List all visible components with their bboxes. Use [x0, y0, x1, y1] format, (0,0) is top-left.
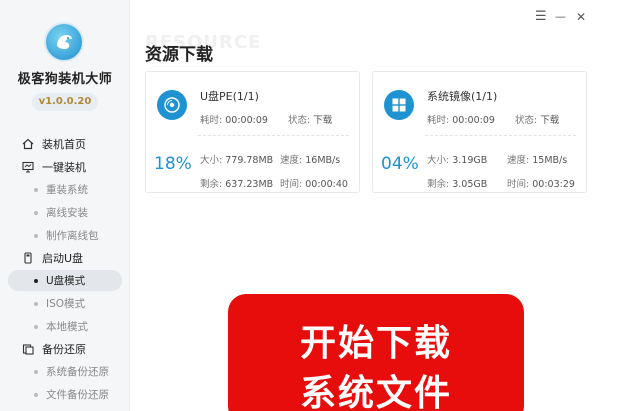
nav-item-label: 离线安装 [46, 207, 88, 219]
nav-item-label: U盘模式 [46, 275, 86, 287]
nav-home-label: 装机首页 [42, 138, 86, 151]
speed-label: 速度: [280, 155, 303, 166]
nav-one-click-label: 一键装机 [42, 161, 86, 174]
nav-item-offline-install[interactable]: 离线安装 [8, 202, 122, 223]
elapsed-value: 00:00:09 [225, 115, 268, 126]
monitor-icon [22, 161, 34, 173]
status-value: 下载 [313, 115, 333, 126]
time-value: 00:03:29 [532, 179, 575, 190]
size-label: 大小: [200, 155, 223, 166]
status-label: 状态: [515, 115, 538, 126]
elapsed-label: 耗时: [427, 115, 450, 126]
remaining-value: 637.23MB [225, 179, 274, 190]
bullet-icon [34, 392, 38, 397]
nav-item-local-mode[interactable]: 本地模式 [8, 316, 122, 337]
speed-value: 15MB/s [532, 155, 568, 166]
nav-item-label: 本地模式 [46, 321, 88, 333]
caption-line-1: 开始下载 [299, 323, 452, 364]
remaining-label: 剩余: [427, 179, 450, 190]
app-logo-icon [44, 22, 84, 62]
progress-percent: 04% [381, 154, 419, 174]
close-icon[interactable]: ✕ [576, 10, 586, 24]
nav-backup-restore-label: 备份还原 [42, 343, 86, 356]
status-value: 下载 [540, 115, 560, 126]
divider [425, 135, 576, 136]
speed-field: 速度: 16MB/s [280, 152, 340, 166]
bullet-icon [34, 301, 38, 306]
disc-icon [157, 90, 187, 120]
speed-value: 16MB/s [305, 155, 341, 166]
size-field: 大小: 3.19GB [427, 152, 487, 166]
download-card-usb-pe: U盘PE(1/1) 耗时: 00:00:09 状态: 下载 18% 大小: 77… [145, 71, 360, 193]
nav-one-click[interactable]: 一键装机 [22, 159, 86, 175]
sidebar: 极客狗装机大师 v1.0.0.20 装机首页 一键装机 重装系统 离线安装 制作… [0, 0, 130, 411]
size-label: 大小: [427, 155, 450, 166]
caption-overlay: 开始下载 系统文件 [228, 294, 524, 411]
elapsed-value: 00:00:09 [452, 115, 495, 126]
time-label: 时间: [280, 179, 303, 190]
download-card-system-image: 系统镜像(1/1) 耗时: 00:00:09 状态: 下载 04% 大小: 3.… [372, 71, 587, 193]
time-value: 00:00:40 [305, 179, 348, 190]
minimize-icon[interactable]: — [555, 10, 566, 24]
bullet-icon [34, 369, 38, 374]
time-field: 时间: 00:03:29 [507, 176, 575, 190]
nav-item-file-backup[interactable]: 文件备份还原 [8, 384, 122, 405]
bullet-icon [34, 278, 38, 283]
size-value: 3.19GB [452, 155, 488, 166]
divider [198, 135, 349, 136]
status-label: 状态: [288, 115, 311, 126]
size-field: 大小: 779.78MB [200, 152, 273, 166]
bullet-icon [34, 210, 38, 215]
nav-boot-usb-label: 启动U盘 [42, 252, 84, 265]
progress-percent: 18% [154, 154, 192, 174]
caption-line-2: 系统文件 [299, 373, 452, 411]
nav-item-label: ISO模式 [46, 298, 86, 310]
card-name: 系统镜像(1/1) [427, 90, 498, 103]
nav-backup-restore[interactable]: 备份还原 [22, 341, 86, 357]
nav-item-system-backup[interactable]: 系统备份还原 [8, 361, 122, 382]
status-field: 状态: 下载 [288, 112, 332, 126]
home-icon [22, 138, 34, 150]
speed-label: 速度: [507, 155, 530, 166]
remaining-field: 剩余: 3.05GB [427, 176, 487, 190]
card-name: U盘PE(1/1) [200, 90, 259, 103]
nav-item-make-offline-package[interactable]: 制作离线包 [8, 225, 122, 246]
time-field: 时间: 00:00:40 [280, 176, 348, 190]
usb-drive-icon [24, 252, 32, 264]
elapsed-field: 耗时: 00:00:09 [200, 112, 268, 126]
status-field: 状态: 下载 [515, 112, 559, 126]
remaining-label: 剩余: [200, 179, 223, 190]
nav-item-reinstall[interactable]: 重装系统 [8, 179, 122, 200]
nav-item-usb-mode[interactable]: U盘模式 [8, 270, 122, 291]
backup-icon [22, 344, 34, 355]
menu-icon[interactable]: ☰ [535, 10, 547, 24]
windows-icon [384, 90, 414, 120]
nav-item-iso-mode[interactable]: ISO模式 [8, 293, 122, 314]
time-label: 时间: [507, 179, 530, 190]
nav-item-label: 文件备份还原 [46, 389, 109, 401]
speed-field: 速度: 15MB/s [507, 152, 567, 166]
page-title: 资源下载 [145, 45, 213, 65]
bullet-icon [34, 233, 38, 238]
nav-boot-usb[interactable]: 启动U盘 [22, 250, 83, 266]
size-value: 779.78MB [225, 155, 274, 166]
nav-item-label: 重装系统 [46, 184, 88, 196]
bullet-icon [34, 324, 38, 329]
app-name: 极客狗装机大师 [17, 72, 113, 87]
remaining-value: 3.05GB [452, 179, 488, 190]
nav-home[interactable]: 装机首页 [22, 136, 86, 152]
remaining-field: 剩余: 637.23MB [200, 176, 273, 190]
bullet-icon [34, 187, 38, 192]
nav-item-label: 制作离线包 [46, 230, 99, 242]
elapsed-label: 耗时: [200, 115, 223, 126]
nav-item-label: 系统备份还原 [46, 366, 109, 378]
version-badge: v1.0.0.20 [32, 93, 98, 111]
elapsed-field: 耗时: 00:00:09 [427, 112, 495, 126]
